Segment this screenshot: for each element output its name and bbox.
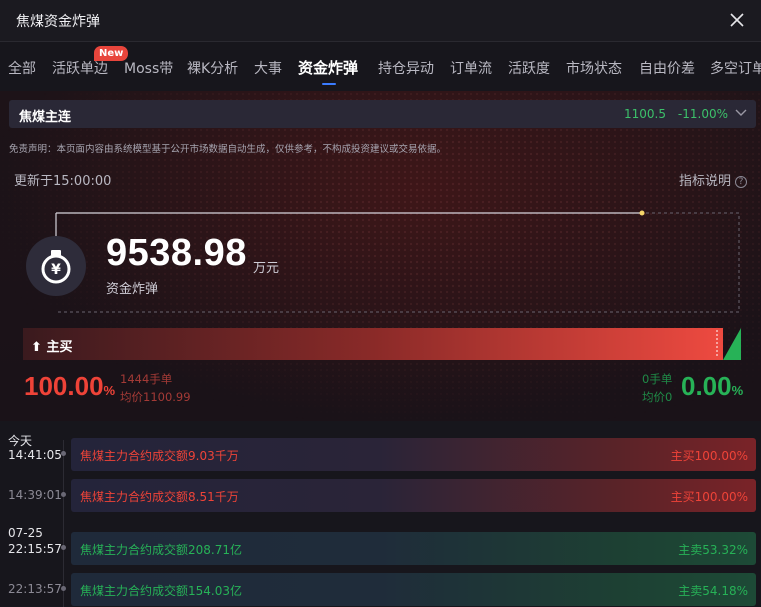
bomb-value: 9538.98 (106, 232, 247, 274)
buy-label: ⬆ 主买 (31, 336, 72, 355)
event-text: 焦煤主力合约成交额208.71亿 (80, 543, 242, 557)
sell-percent: 0.00% (681, 371, 743, 402)
buy-percent: 100.00% (24, 371, 115, 402)
event-text: 焦煤主力合约成交额8.51千万 (80, 490, 239, 504)
bomb-label: 资金炸弹 (106, 282, 159, 297)
buy-avg-price: 均价1100.99 (120, 390, 191, 404)
buy-percent-value: 100.00 (24, 371, 104, 401)
event-time: 14:39:01 (8, 488, 62, 502)
event-row[interactable]: 焦煤主力合约成交额8.51千万 主买100.00% (71, 479, 756, 512)
buy-lots: 1444手单 (120, 372, 173, 386)
bomb-icon-badge: ¥ (26, 236, 86, 296)
event-row[interactable]: 焦煤主力合约成交额9.03千万 主买100.00% (71, 438, 756, 471)
event-time: 14:41:05 (8, 448, 62, 462)
ratio-bar-graphic (23, 328, 741, 360)
timeline-dot (61, 492, 66, 497)
event-day: 07-25 (8, 526, 43, 540)
sell-lots: 0手单 (642, 372, 673, 386)
event-row[interactable]: 焦煤主力合约成交额154.03亿 主卖54.18% (71, 573, 756, 606)
event-day: 今天 (8, 434, 33, 448)
timeline-dot (61, 586, 66, 591)
timeline-dot (61, 451, 66, 456)
bomb-unit: 万元 (253, 261, 280, 276)
buy-percent-sign: % (103, 383, 116, 398)
svg-text:¥: ¥ (51, 262, 61, 278)
arrow-up-icon: ⬆ (31, 340, 42, 355)
event-ratio: 主买100.00% (670, 490, 748, 504)
event-ratio: 主买100.00% (670, 449, 748, 463)
bomb-fuse-lines (55, 210, 740, 313)
event-text: 焦煤主力合约成交额154.03亿 (80, 584, 242, 598)
event-time: 22:13:57 (8, 582, 62, 596)
event-ratio: 主卖53.32% (678, 543, 748, 557)
sell-percent-value: 0.00 (681, 371, 732, 401)
buy-label-text: 主买 (46, 340, 73, 355)
event-ratio: 主卖54.18% (678, 584, 748, 598)
timeline-line (63, 440, 64, 607)
buy-sell-ratio-bar: ⬆ 主买 (23, 328, 741, 360)
sell-avg-price: 均价0 (642, 390, 673, 404)
event-text: 焦煤主力合约成交额9.03千万 (80, 449, 239, 463)
yen-bomb-icon: ¥ (41, 250, 71, 284)
event-time: 22:15:57 (8, 542, 62, 556)
event-row[interactable]: 焦煤主力合约成交额208.71亿 主卖53.32% (71, 532, 756, 565)
timeline-dot (61, 545, 66, 550)
sell-percent-sign: % (731, 383, 744, 398)
